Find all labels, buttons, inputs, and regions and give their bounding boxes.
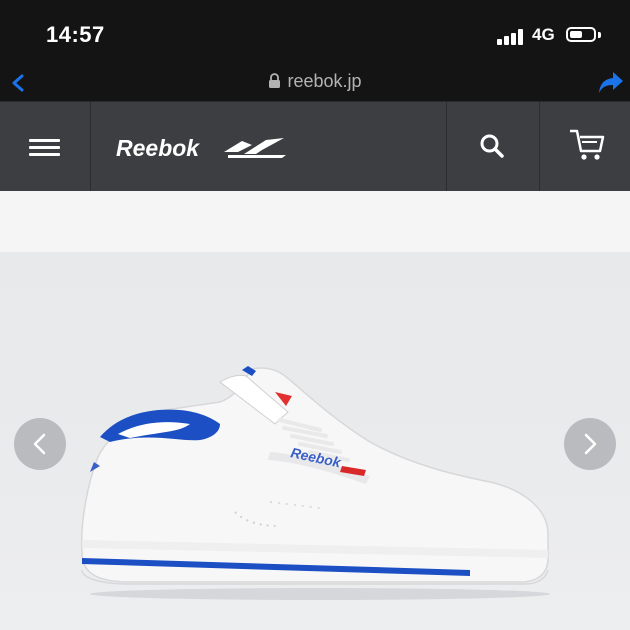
reebok-logo[interactable]: Reebok — [116, 132, 291, 164]
spacer-band — [0, 191, 630, 252]
address-field[interactable]: reebok.jp — [0, 71, 630, 92]
url-text: reebok.jp — [287, 71, 362, 91]
battery-cap — [598, 32, 601, 38]
network-type: 4G — [532, 25, 555, 44]
share-arrow-icon[interactable] — [596, 68, 626, 96]
signal-icon — [497, 29, 527, 45]
product-shoe-image: Reebok — [80, 366, 550, 600]
carousel-next-button[interactable] — [564, 418, 616, 470]
hamburger-menu-icon[interactable] — [29, 139, 60, 156]
carousel-prev-button[interactable] — [14, 418, 66, 470]
chevron-left-icon — [33, 433, 46, 455]
search-icon[interactable] — [479, 133, 505, 159]
chevron-right-icon — [584, 433, 597, 455]
battery-icon — [566, 27, 596, 42]
logo-text: Reebok — [116, 135, 200, 161]
vector-logo-icon — [224, 138, 286, 158]
status-time: 14:57 — [46, 22, 105, 47]
browser-url-bar: reebok.jp — [0, 64, 630, 101]
header-divider — [446, 102, 447, 191]
site-header: Reebok — [0, 101, 630, 191]
battery-level — [570, 31, 582, 38]
product-image-carousel: Reebok — [0, 252, 630, 630]
cart-icon[interactable] — [568, 127, 606, 163]
header-divider — [90, 102, 91, 191]
lock-icon — [269, 73, 281, 88]
status-bar: 14:57 4G — [0, 0, 630, 64]
header-divider — [539, 102, 540, 191]
